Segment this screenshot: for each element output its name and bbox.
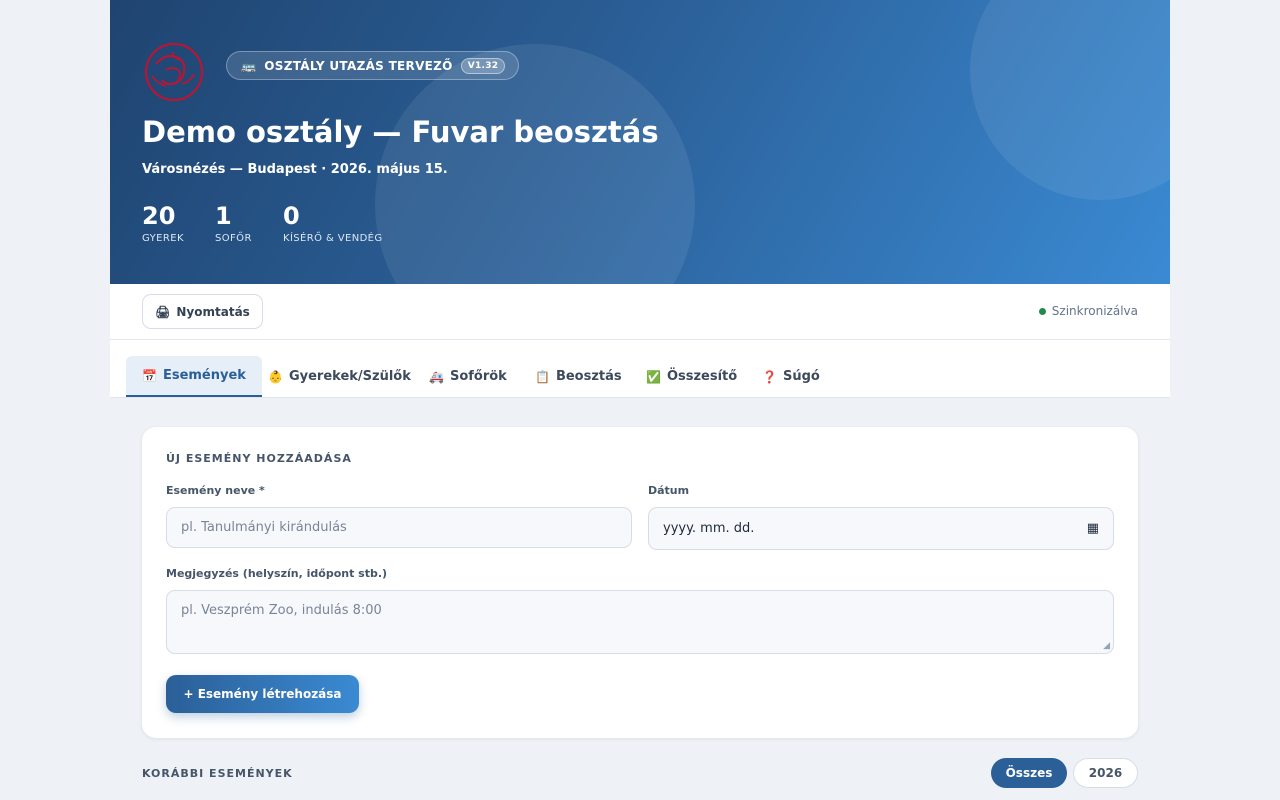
bus-icon: 🚌	[241, 58, 257, 73]
stat-value: 0	[283, 202, 300, 230]
stat-value: 20	[142, 202, 176, 230]
filter-2026-button[interactable]: 2026	[1073, 758, 1138, 788]
event-name-input[interactable]: pl. Tanulmányi kirándulás	[166, 507, 632, 548]
checkmark-icon: ✅	[646, 369, 661, 384]
app-name-badge: 🚌 OSZTÁLY UTAZÁS TERVEZŐ V1.32	[226, 51, 520, 80]
decor-circle	[970, 0, 1170, 200]
question-icon: ❓	[762, 369, 777, 384]
note-textarea[interactable]: pl. Veszprém Zoo, indulás 8:00 ◢	[166, 590, 1114, 654]
tab-drivers[interactable]: 🚑 Sofőrök	[413, 356, 523, 397]
tab-events[interactable]: 📅 Események	[126, 356, 262, 397]
stat-label: GYEREK	[142, 233, 184, 244]
note-label: Megjegyzés (helyszín, időpont stb.)	[166, 567, 388, 580]
filter-all-button[interactable]: Összes	[991, 758, 1067, 788]
tab-help[interactable]: ❓ Súgó	[746, 356, 836, 397]
calendar-icon: 📅	[142, 368, 157, 383]
page: 🚌 OSZTÁLY UTAZÁS TERVEZŐ V1.32 Demo oszt…	[110, 0, 1170, 800]
page-title: Demo osztály — Fuvar beosztás	[142, 115, 659, 149]
version-badge: V1.32	[460, 57, 506, 74]
date-input[interactable]: yyyy. mm. dd. ▦	[648, 507, 1114, 550]
stat-label: KÍSÉRŐ & VENDÉG	[283, 233, 383, 244]
status-dot-icon	[1038, 307, 1046, 315]
printer-icon: 🖨	[155, 304, 171, 319]
tab-label: Események	[162, 368, 246, 383]
stat-drivers: 1 SOFŐR	[215, 200, 252, 244]
hero-header: 🚌 OSZTÁLY UTAZÁS TERVEZŐ V1.32 Demo oszt…	[110, 0, 1170, 284]
create-event-button[interactable]: + Esemény létrehozása	[166, 675, 359, 713]
new-event-card: ÚJ ESEMÉNY HOZZÁADÁSA Esemény neve * pl.…	[142, 427, 1138, 738]
calendar-picker-icon[interactable]: ▦	[1087, 521, 1099, 536]
date-label: Dátum	[648, 484, 690, 497]
page-subtitle: Városnézés — Budapest · 2026. május 15.	[142, 162, 448, 177]
toolbar: 🖨 Nyomtatás Szinkronizálva	[110, 284, 1170, 340]
stat-value: 1	[215, 202, 232, 230]
tab-bar: 📅 Események 👶 Gyerekek/Szülők 🚑 Sofőrök …	[110, 340, 1170, 398]
app-name: OSZTÁLY UTAZÁS TERVEZŐ	[264, 58, 453, 73]
placeholder: yyyy. mm. dd.	[663, 521, 755, 536]
print-button[interactable]: 🖨 Nyomtatás	[142, 294, 263, 329]
stat-escorts: 0 KÍSÉRŐ & VENDÉG	[283, 200, 383, 244]
tab-label: Összesítő	[666, 369, 738, 384]
sync-status: Szinkronizálva	[1038, 304, 1138, 318]
sync-status-text: Szinkronizálva	[1051, 304, 1138, 318]
stat-label: SOFŐR	[215, 233, 252, 244]
tab-children-parents[interactable]: 👶 Gyerekek/Szülők	[252, 356, 427, 397]
tab-summary[interactable]: ✅ Összesítő	[630, 356, 753, 397]
placeholder: pl. Veszprém Zoo, indulás 8:00	[181, 603, 382, 618]
clipboard-icon: 📋	[535, 369, 550, 384]
placeholder: pl. Tanulmányi kirándulás	[181, 520, 347, 535]
resize-handle-icon[interactable]: ◢	[1103, 641, 1110, 651]
event-name-label: Esemény neve *	[166, 484, 265, 497]
tab-label: Beosztás	[555, 369, 622, 384]
tab-label: Sofőrök	[449, 369, 507, 384]
car-icon: 🚑	[429, 369, 444, 384]
logo-icon	[145, 43, 203, 101]
tab-assignment[interactable]: 📋 Beosztás	[519, 356, 638, 397]
tab-label: Súgó	[782, 369, 820, 384]
section-title: ÚJ ESEMÉNY HOZZÁADÁSA	[166, 452, 352, 465]
previous-events-title: KORÁBBI ESEMÉNYEK	[142, 767, 293, 780]
baby-icon: 👶	[268, 369, 283, 384]
tab-label: Gyerekek/Szülők	[288, 369, 411, 384]
print-label: Nyomtatás	[176, 304, 250, 319]
stat-children: 20 GYEREK	[142, 200, 184, 244]
